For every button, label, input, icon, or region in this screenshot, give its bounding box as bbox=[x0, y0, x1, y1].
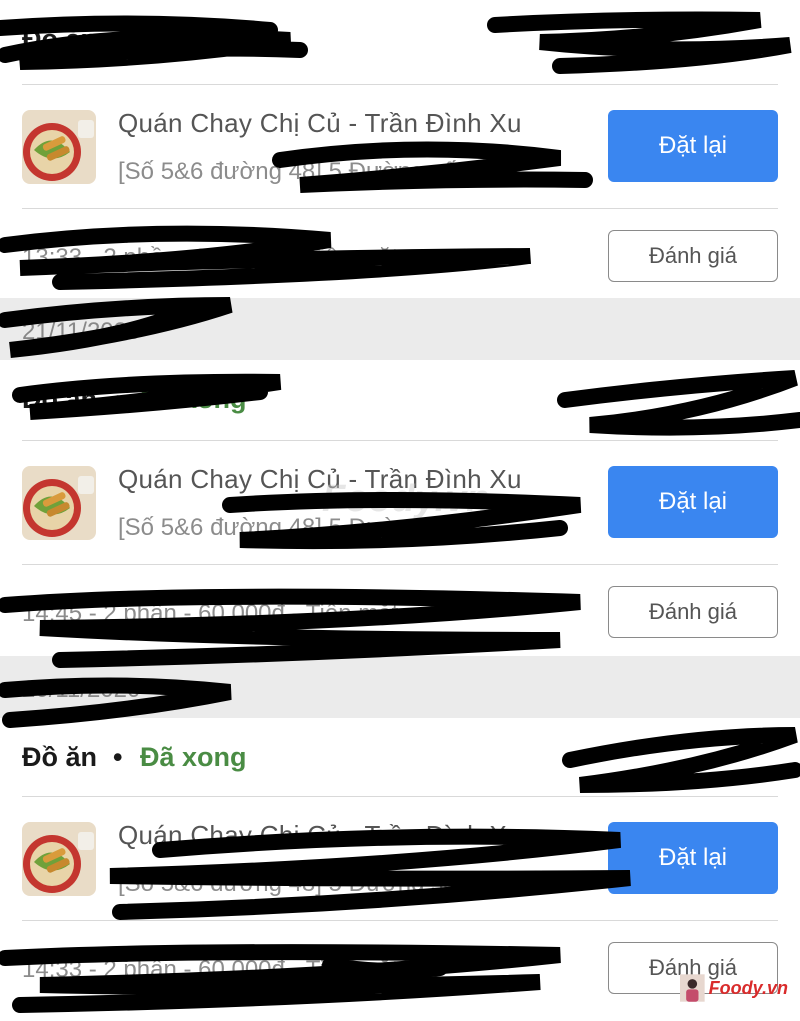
food-image-icon bbox=[22, 466, 96, 540]
order-card: Đồ ăn • Đã xong Quán Chay Chị Củ - Trần … bbox=[0, 0, 800, 298]
order-header: Đồ ăn • Đã xong bbox=[0, 718, 800, 800]
shop-thumbnail[interactable] bbox=[22, 466, 96, 540]
logo-text: Foody.vn bbox=[708, 977, 788, 998]
separator-dot: • bbox=[113, 742, 123, 772]
order-header: Đồ ăn • Đã xong bbox=[0, 360, 800, 442]
reorder-button[interactable]: Đặt lại bbox=[608, 822, 778, 894]
shop-address: [Số 5&6 đường 48] 5 Đường số 4... bbox=[118, 158, 497, 185]
order-type-label: Đồ ăn bbox=[22, 742, 98, 772]
order-type-label: Đồ ăn bbox=[22, 384, 98, 414]
foody-logo: Foody.vn bbox=[680, 968, 788, 1008]
watermark: Foody.vn bbox=[322, 478, 490, 520]
order-history-page: Đồ ăn • Đã xong Quán Chay Chị Củ - Trần … bbox=[0, 0, 800, 1021]
shop-thumbnail[interactable] bbox=[22, 110, 96, 184]
divider bbox=[22, 84, 778, 85]
shop-thumbnail[interactable] bbox=[22, 822, 96, 896]
shop-name[interactable]: Quán Chay Chị Củ - Trần Đình Xu bbox=[118, 108, 522, 139]
food-image-icon bbox=[22, 110, 96, 184]
order-type-label: Đồ ăn bbox=[22, 24, 98, 54]
divider bbox=[22, 564, 778, 565]
order-status: Đã xong bbox=[140, 24, 247, 54]
order-status: Đã xong bbox=[140, 742, 247, 772]
order-date: 21/11/2020 bbox=[22, 318, 141, 345]
order-status: Đã xong bbox=[140, 384, 247, 414]
order-summary: 13:33 - 2 phần - 75,000đ - Tiền mặt bbox=[22, 244, 399, 271]
rate-button[interactable]: Đánh giá bbox=[608, 586, 778, 638]
date-section-header: 20/11/2020 bbox=[0, 656, 800, 718]
date-section-header: 21/11/2020 bbox=[0, 298, 800, 360]
shop-name[interactable]: Quán Chay Chị Củ - Trần Đình Xu bbox=[118, 820, 522, 851]
order-summary: 14:33 - 2 phần - 60,000đ - Tiền mặt bbox=[22, 956, 399, 983]
separator-dot: • bbox=[113, 24, 123, 54]
divider bbox=[22, 796, 778, 797]
food-image-icon bbox=[22, 822, 96, 896]
order-date: 20/11/2020 bbox=[22, 676, 141, 703]
divider bbox=[22, 920, 778, 921]
avatar-icon bbox=[680, 974, 705, 1002]
reorder-button[interactable]: Đặt lại bbox=[608, 110, 778, 182]
divider bbox=[22, 208, 778, 209]
shop-address: [Số 5&6 đường 48] 5 Đường số 4... bbox=[118, 870, 497, 897]
rate-button[interactable]: Đánh giá bbox=[608, 230, 778, 282]
reorder-button[interactable]: Đặt lại bbox=[608, 466, 778, 538]
order-header: Đồ ăn • Đã xong bbox=[0, 0, 800, 82]
order-summary: 14:45 - 2 phần - 60,000đ - Tiền mặt bbox=[22, 600, 399, 627]
separator-dot: • bbox=[113, 384, 123, 414]
divider bbox=[22, 440, 778, 441]
